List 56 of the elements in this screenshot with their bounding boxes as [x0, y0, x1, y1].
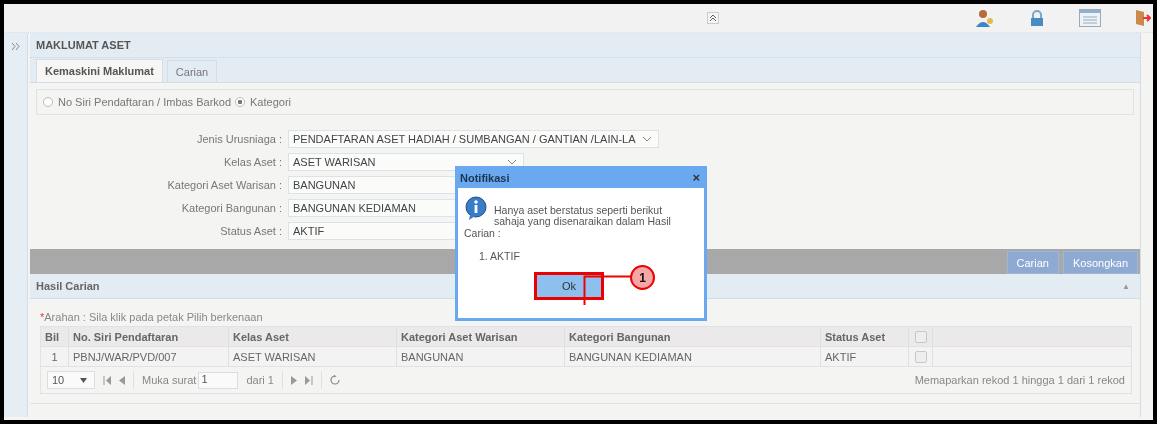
- table-cell: BANGUNAN KEDIAMAN: [565, 347, 821, 366]
- checkbox[interactable]: [914, 350, 927, 363]
- ok-button[interactable]: Ok: [534, 272, 604, 300]
- page-input[interactable]: 1: [198, 371, 239, 389]
- chevron-down-icon: [641, 136, 652, 142]
- lock-icon[interactable]: [1029, 10, 1045, 26]
- column-header: No. Siri Pendaftaran: [69, 327, 229, 346]
- panel-title: MAKLUMAT ASET: [30, 33, 1140, 58]
- exit-icon[interactable]: [1135, 9, 1151, 27]
- status-item: 1. AKTIF: [479, 250, 521, 262]
- last-page-icon[interactable]: [304, 375, 313, 385]
- expand-icon[interactable]: [10, 42, 21, 51]
- info-icon: [464, 196, 488, 220]
- caret-icon: [80, 377, 88, 383]
- previous-page-icon[interactable]: [119, 375, 125, 385]
- table-cell: PBNJ/WAR/PVD/007: [69, 347, 229, 366]
- page-label: Muka surat: [142, 374, 197, 386]
- user-icon[interactable]: [975, 9, 995, 27]
- column-header: Kategori Bangunan: [565, 327, 821, 346]
- dropdown[interactable]: PENDAFTARAN ASET HADIAH / SUMBANGAN / GANTIAN /LAIN-LA: [288, 130, 659, 148]
- radio-button[interactable]: [235, 97, 246, 107]
- table-cell: ASET WARISAN: [229, 347, 397, 366]
- dropdown[interactable]: ASET WARISAN: [288, 153, 524, 171]
- column-header: Kategori Aset Warisan: [397, 327, 565, 346]
- field-label: Kategori Bangunan :: [180, 202, 283, 214]
- radio-label: Kategori: [250, 96, 291, 108]
- column-header: Kelas Aset: [229, 327, 397, 346]
- column-header: Status Aset: [821, 327, 909, 346]
- instruction-text: *Arahan : Sila klik pada petak Pilih berkenaan: [40, 311, 263, 323]
- page-size-select[interactable]: 10: [47, 371, 95, 389]
- table-cell: BANGUNAN: [397, 347, 565, 366]
- list-icon[interactable]: [1079, 9, 1101, 27]
- tab[interactable]: Kemaskini Maklumat: [36, 59, 163, 82]
- field-label: Kelas Aset :: [222, 156, 283, 168]
- radio-label: No Siri Pendaftaran / Imbas Barkod: [58, 96, 232, 108]
- radio-button[interactable]: [43, 97, 53, 107]
- record-summary: Memaparkan rekod 1 hingga 1 dari 1 rekod: [914, 374, 1125, 386]
- leader-line: [583, 275, 631, 305]
- refresh-icon[interactable]: [329, 375, 340, 385]
- dialog-message: Carian :: [464, 227, 502, 239]
- collapse-up-icon[interactable]: [706, 12, 719, 24]
- section-title: Hasil Carian: [36, 280, 100, 292]
- callout-badge: 1: [630, 265, 655, 290]
- tab[interactable]: Carian: [166, 60, 218, 82]
- table-cell: 1: [41, 347, 69, 366]
- chevron-down-icon: [507, 159, 517, 165]
- next-page-icon[interactable]: [290, 375, 297, 385]
- first-page-icon[interactable]: [103, 375, 111, 385]
- page-count: dari 1: [246, 374, 274, 386]
- table-cell: AKTIF: [821, 347, 909, 366]
- field-label: Status Aset :: [219, 225, 283, 237]
- field-label: Kategori Aset Warisan :: [166, 179, 283, 191]
- column-header: Bil: [41, 327, 69, 346]
- checkbox[interactable]: [914, 330, 927, 343]
- close-button[interactable]: ×: [692, 170, 700, 185]
- field-label: Jenis Urusniaga :: [196, 133, 283, 145]
